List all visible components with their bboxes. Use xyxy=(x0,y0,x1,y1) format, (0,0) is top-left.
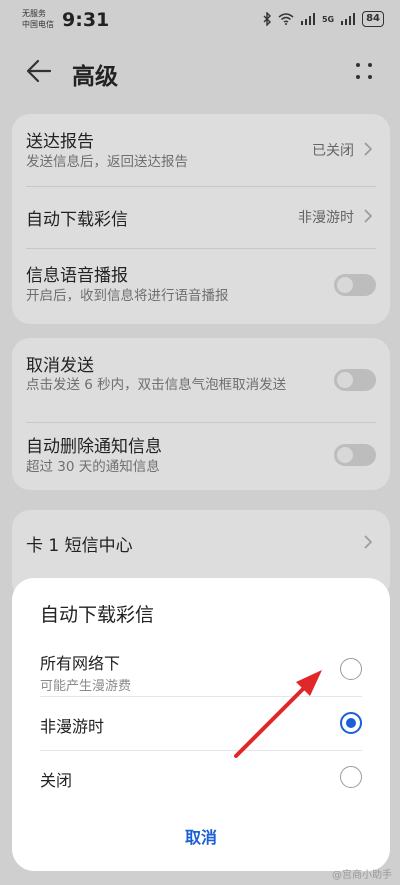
option-off[interactable]: 关闭 xyxy=(12,752,390,804)
option-label: 所有网络下 xyxy=(40,654,121,673)
status-time: 9:31 xyxy=(62,9,110,31)
auto-download-mms-value: 非漫游时 xyxy=(298,210,354,226)
status-icons: 5G 84 xyxy=(263,11,384,27)
chevron-right-icon xyxy=(364,535,372,549)
auto-delete-title: 自动删除通知信息 xyxy=(26,437,162,457)
wifi-icon xyxy=(278,13,294,25)
sms-center-row[interactable]: 卡 1 短信中心 xyxy=(12,510,390,574)
chevron-right-icon xyxy=(364,209,372,223)
delivery-report-subtitle: 发送信息后，返回送达报告 xyxy=(26,154,188,170)
cancel-send-subtitle: 点击发送 6 秒内，双击信息气泡框取消发送 xyxy=(26,377,287,393)
settings-group-1: 送达报告 发送信息后，返回送达报告 已关闭 自动下载彩信 非漫游时 信息语音播报… xyxy=(12,114,390,324)
voice-broadcast-subtitle: 开启后，收到信息将进行语音播报 xyxy=(26,288,229,304)
auto-delete-subtitle: 超过 30 天的通知信息 xyxy=(26,459,160,475)
delivery-report-title: 送达报告 xyxy=(26,132,94,152)
voice-broadcast-title: 信息语音播报 xyxy=(26,266,128,286)
signal-icon xyxy=(300,13,315,25)
cancel-send-title: 取消发送 xyxy=(26,356,94,376)
auto-download-mms-row[interactable]: 自动下载彩信 非漫游时 xyxy=(12,186,390,248)
carrier-line-2: 中国电信 xyxy=(22,20,54,29)
option-all-networks[interactable]: 所有网络下 可能产生漫游费 xyxy=(12,644,390,696)
dialog-title: 自动下载彩信 xyxy=(40,604,155,626)
chevron-right-icon xyxy=(364,142,372,156)
cancel-send-toggle[interactable] xyxy=(334,369,376,391)
voice-broadcast-toggle[interactable] xyxy=(334,274,376,296)
divider xyxy=(40,696,362,697)
divider xyxy=(40,750,362,751)
cancel-send-row: 取消发送 点击发送 6 秒内，双击信息气泡框取消发送 xyxy=(12,338,390,418)
bluetooth-icon xyxy=(263,12,271,26)
voice-broadcast-row: 信息语音播报 开启后，收到信息将进行语音播报 xyxy=(12,248,390,324)
auto-download-mms-dialog: 自动下载彩信 所有网络下 可能产生漫游费 非漫游时 关闭 取消 xyxy=(12,578,390,871)
option-label: 关闭 xyxy=(40,771,73,790)
carrier-info: 无服务 中国电信 xyxy=(22,8,54,30)
status-bar: 无服务 中国电信 9:31 5G 84 xyxy=(0,0,400,40)
more-options-icon[interactable] xyxy=(354,61,374,81)
watermark: @宫商小助手 xyxy=(332,870,392,881)
back-arrow-icon[interactable] xyxy=(26,58,52,84)
delivery-report-row[interactable]: 送达报告 发送信息后，返回送达报告 已关闭 xyxy=(12,114,390,184)
signal-icon xyxy=(341,13,356,25)
network-type-label: 5G xyxy=(321,14,335,24)
settings-group-2: 取消发送 点击发送 6 秒内，双击信息气泡框取消发送 自动删除通知信息 超过 3… xyxy=(12,338,390,490)
radio-button-selected[interactable] xyxy=(340,712,362,734)
radio-button[interactable] xyxy=(340,766,362,788)
auto-delete-row: 自动删除通知信息 超过 30 天的通知信息 xyxy=(12,422,390,490)
carrier-line-1: 无服务 xyxy=(22,9,46,18)
cancel-button[interactable]: 取消 xyxy=(12,824,390,848)
radio-button[interactable] xyxy=(340,658,362,680)
option-label: 非漫游时 xyxy=(40,717,105,736)
delivery-report-value: 已关闭 xyxy=(312,143,354,159)
option-sublabel: 可能产生漫游费 xyxy=(40,679,132,694)
option-non-roaming[interactable]: 非漫游时 xyxy=(12,698,390,750)
auto-download-mms-title: 自动下载彩信 xyxy=(26,210,128,230)
page-title: 高级 xyxy=(72,64,118,90)
auto-delete-toggle[interactable] xyxy=(334,444,376,466)
sms-center-title: 卡 1 短信中心 xyxy=(26,536,133,556)
battery-icon: 84 xyxy=(362,11,384,27)
